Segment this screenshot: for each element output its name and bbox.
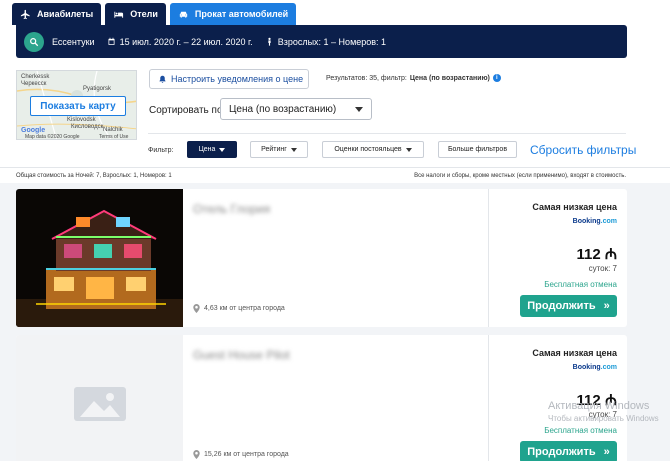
divider <box>148 133 626 134</box>
continue-button[interactable]: Продолжить » <box>520 441 617 461</box>
bed-icon <box>114 11 124 18</box>
lowest-price-label: Самая низкая цена <box>532 202 617 212</box>
plane-icon <box>20 9 30 19</box>
filter-label: Фильтр: <box>148 147 174 154</box>
total-cost-summary: Общая стоимость за Ночей: 7, Взрослых: 1… <box>16 173 172 179</box>
results-filter: Цена (по возрастанию) <box>409 74 490 82</box>
map-label-cherkessk-ru: Черкесск <box>21 81 47 87</box>
provider-logo: Booking.com <box>573 364 617 371</box>
price-alert-button[interactable]: Настроить уведомления о цене <box>149 69 309 89</box>
free-cancellation: Бесплатная отмена <box>544 426 617 435</box>
more-filters-button[interactable]: Больше фильтров <box>438 141 517 158</box>
continue-button-label: Продолжить <box>527 446 596 458</box>
caret-down-icon <box>405 147 412 152</box>
free-cancellation: Бесплатная отмена <box>544 280 617 289</box>
hotel-card[interactable]: Guest House Pilot 15,26 км от центра гор… <box>16 335 627 461</box>
show-map-button[interactable]: Показать карту <box>30 96 126 116</box>
lowest-price-label: Самая низкая цена <box>532 348 617 358</box>
tab-hotels-label: Отели <box>130 9 158 19</box>
search-summary-bar[interactable]: Ессентуки 15 июл. 2020 г. – 22 июл. 2020… <box>16 25 627 58</box>
sort-select-value: Цена (по возрастанию) <box>229 103 337 115</box>
hotel-distance-text: 15,26 км от центра города <box>204 451 289 458</box>
tax-note: Все налоги и сборы, кроме местных (если … <box>414 173 626 179</box>
date-range-text: 15 июл. 2020 г. – 22 июл. 2020 г. <box>119 36 253 47</box>
map-label-kislovodsk-en: Kislovodsk <box>67 117 96 123</box>
sort-select[interactable]: Цена (по возрастанию) <box>220 98 372 120</box>
price: 112 ₼ <box>576 246 617 263</box>
destination-text: Ессентуки <box>52 36 95 47</box>
hotel-photo-placeholder[interactable] <box>16 335 183 461</box>
guests-selector[interactable]: Взрослых: 1 – Номеров: 1 <box>265 37 386 47</box>
person-icon <box>268 37 271 46</box>
more-filters-label: Больше фильтров <box>447 146 508 153</box>
map-label-cherkessk-en: Cherkessk <box>21 74 50 80</box>
watermark-title: Активация Windows <box>548 400 650 412</box>
filter-guest-reviews-label: Оценки постояльцев <box>334 146 402 153</box>
divider <box>0 167 670 168</box>
watermark-subtitle: Чтобы активировать Windows <box>548 414 659 423</box>
filter-rating-button[interactable]: Рейтинг <box>250 141 308 158</box>
tab-hotels[interactable]: Отели <box>105 3 166 25</box>
location-pin-icon <box>193 304 200 313</box>
date-range[interactable]: 15 июл. 2020 г. – 22 июл. 2020 г. <box>107 37 253 47</box>
car-icon <box>179 11 188 18</box>
provider-name: Booking <box>572 218 601 225</box>
sort-label: Сортировать по <box>149 105 223 116</box>
calendar-icon <box>108 37 115 45</box>
price-panel: Самая низкая цена Booking.com 112 ₼ суто… <box>489 335 627 461</box>
price-panel: Самая низкая цена Booking.com 112 ₼ суто… <box>489 189 627 327</box>
continue-button-label: Продолжить <box>527 300 596 312</box>
tab-flights-label: Авиабилеты <box>37 9 94 19</box>
tab-flights[interactable]: Авиабилеты <box>12 3 102 25</box>
hotel-distance: 15,26 км от центра города <box>193 450 289 459</box>
filter-rating-label: Рейтинг <box>261 146 287 153</box>
price-alert-label: Настроить уведомления о цене <box>171 74 304 84</box>
info-icon[interactable]: i <box>492 74 501 82</box>
tab-car-rental-label: Прокат автомобилей <box>194 9 289 19</box>
results-prefix: Результатов: 35, фильтр: <box>326 74 407 82</box>
map-preview[interactable]: Cherkessk Черкесск Pyatigorsk Kislovodsk… <box>16 70 137 140</box>
caret-down-icon <box>219 147 226 152</box>
provider-suffix: .com <box>600 218 617 225</box>
image-placeholder-icon <box>73 387 126 421</box>
hotel-distance: 4,63 км от центра города <box>193 304 285 313</box>
product-tabs: Авиабилеты Отели Прокат автомобилей <box>12 3 297 25</box>
double-chevron-right-icon: » <box>603 446 610 458</box>
results-count: Результатов: 35, фильтр: Цена (по возрас… <box>326 74 501 82</box>
destination[interactable]: Ессентуки <box>52 37 95 47</box>
hotel-photo[interactable] <box>16 189 183 327</box>
provider-name: Booking <box>572 364 601 371</box>
caret-down-icon <box>290 147 297 152</box>
location-pin-icon <box>193 450 200 459</box>
chevron-down-icon <box>355 107 363 112</box>
hotel-card[interactable]: Отель Глория 4,63 км от центра города Са… <box>16 189 627 327</box>
filter-price-button[interactable]: Цена <box>187 141 237 158</box>
map-label-kislovodsk-ru: Кисловодск <box>71 124 104 130</box>
bell-icon <box>159 75 166 83</box>
search-icon <box>30 37 39 46</box>
continue-button[interactable]: Продолжить » <box>520 295 617 317</box>
filter-price-label: Цена <box>198 146 216 153</box>
map-copyright: Map data ©2020 Google <box>25 134 80 140</box>
windows-activation-watermark: Активация Windows Чтобы активировать Win… <box>548 400 659 423</box>
guests-text: Взрослых: 1 – Номеров: 1 <box>277 36 387 47</box>
double-chevron-right-icon: » <box>603 300 610 312</box>
reset-filters-link[interactable]: Сбросить фильтры <box>530 143 636 157</box>
google-logo: Google <box>21 127 46 134</box>
nights-count: суток: 7 <box>588 264 617 273</box>
map-label-nalchik: Nalchik <box>103 127 123 133</box>
hotel-distance-text: 4,63 км от центра города <box>204 305 285 312</box>
hotel-name[interactable]: Guest House Pilot <box>193 348 290 362</box>
filter-guest-reviews-button[interactable]: Оценки постояльцев <box>322 141 424 158</box>
tab-car-rental[interactable]: Прокат автомобилей <box>169 3 297 25</box>
provider-logo: Booking.com <box>573 218 617 225</box>
search-button[interactable] <box>24 31 44 52</box>
map-label-pyatigorsk: Pyatigorsk <box>83 86 112 92</box>
hotel-name[interactable]: Отель Глория <box>193 202 270 216</box>
map-terms-link[interactable]: Terms of Use <box>99 134 128 139</box>
provider-suffix: .com <box>600 364 617 371</box>
